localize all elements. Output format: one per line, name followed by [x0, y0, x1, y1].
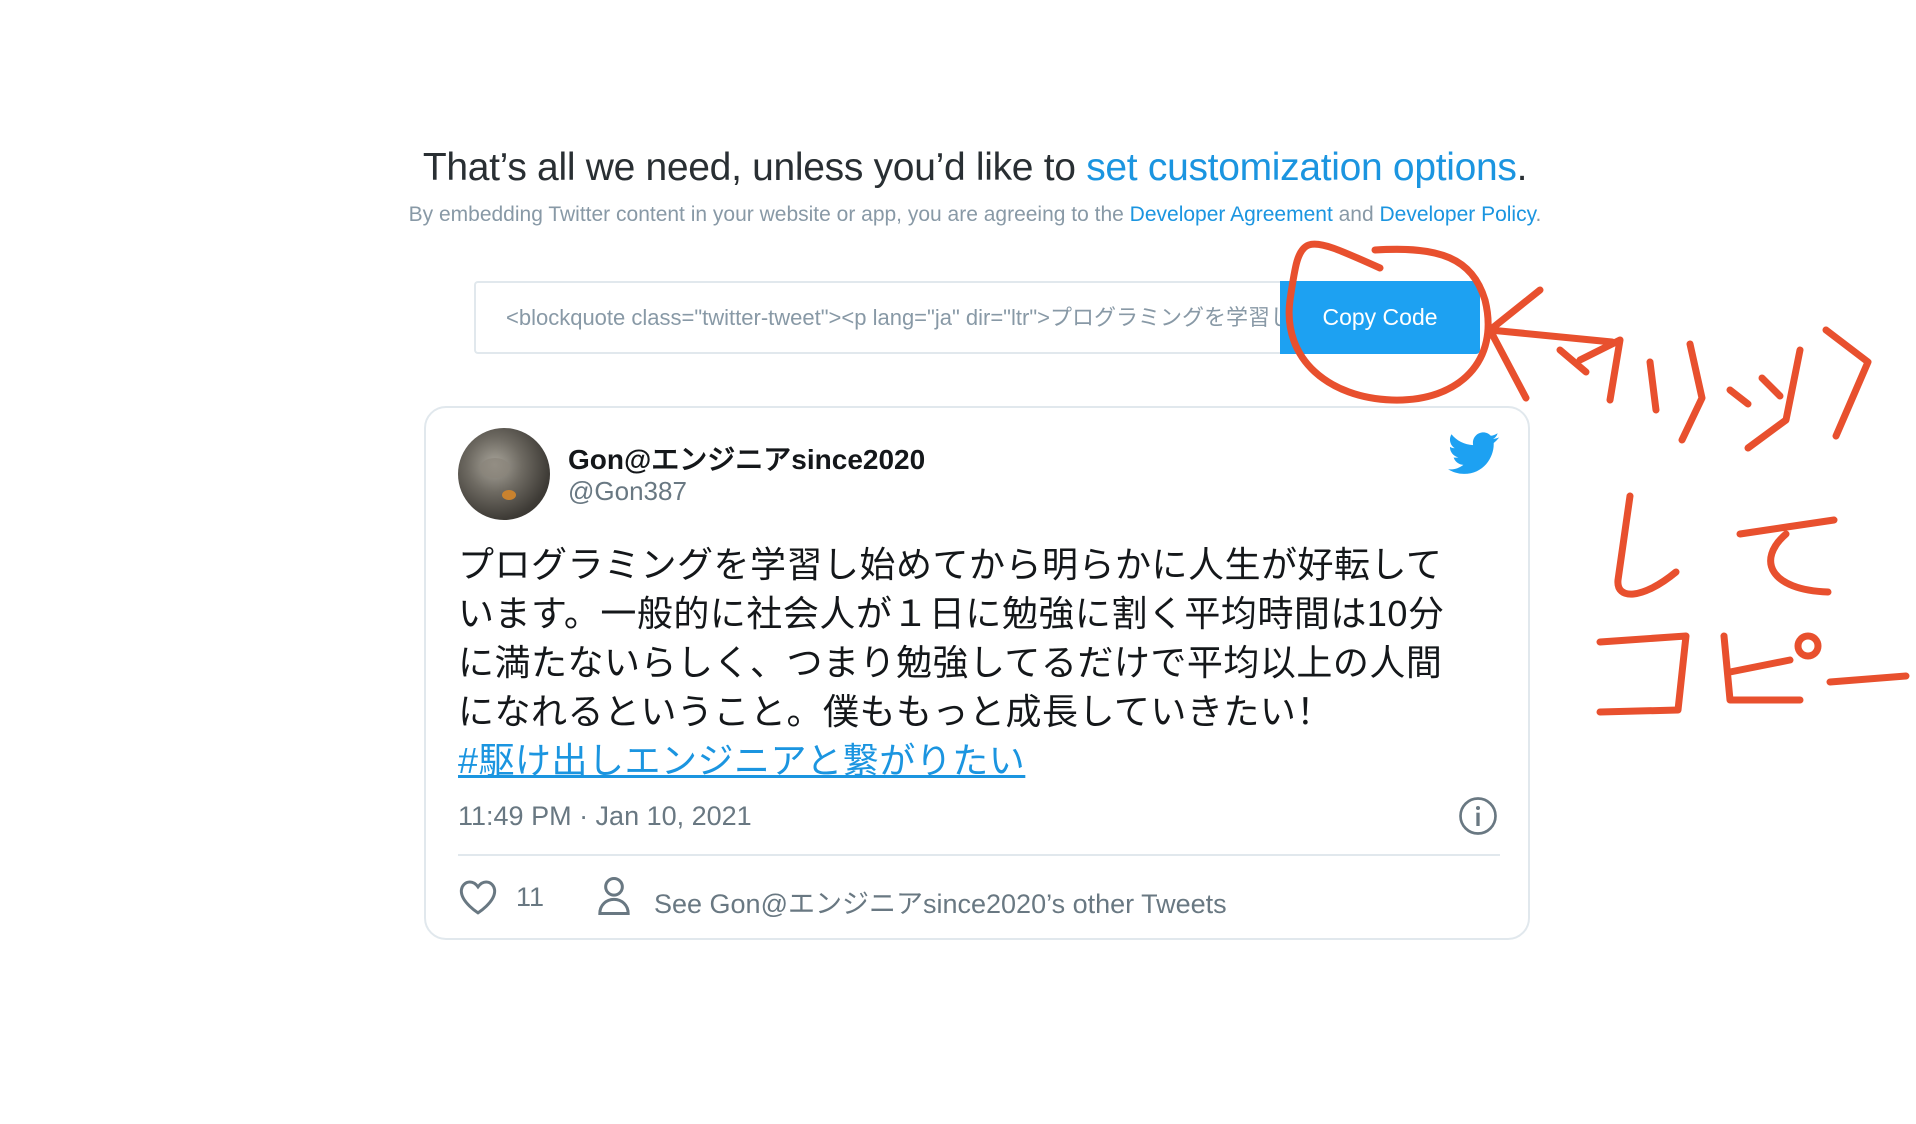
- display-name[interactable]: Gon@エンジニアsince2020: [568, 438, 925, 478]
- twitter-bird-icon[interactable]: [1448, 432, 1500, 476]
- customization-link[interactable]: set customization options: [1086, 146, 1517, 189]
- developer-agreement-link[interactable]: Developer Agreement: [1130, 203, 1333, 226]
- avatar-detail: [502, 490, 516, 500]
- user-handle[interactable]: @Gon387: [568, 476, 687, 507]
- avatar-shade: [480, 458, 510, 478]
- arrow-icon: [1486, 286, 1616, 402]
- tweet-line: になれるということ。僕ももっと成長していきたい！: [458, 691, 1333, 732]
- agreement-notice: By embedding Twitter content in your web…: [0, 203, 1916, 227]
- avatar[interactable]: [458, 428, 550, 520]
- agreement-period: .: [1535, 203, 1542, 226]
- tweet-timestamp[interactable]: 11:49 PM · Jan 10, 2021: [458, 801, 752, 832]
- headline-period: .: [1516, 146, 1528, 189]
- hashtag-link[interactable]: #駆け出しエンジニアと繋がりたい: [458, 736, 1508, 785]
- tweet-line: プログラミングを学習し始めてから明らかに人生が好転して: [458, 544, 1443, 585]
- copy-code-button[interactable]: Copy Code: [1280, 281, 1480, 354]
- divider: [458, 854, 1500, 856]
- like-count[interactable]: 11: [516, 882, 544, 913]
- heart-icon[interactable]: [458, 878, 498, 916]
- tweet-line: に満たないらしく、つまり勉強してるだけで平均以上の人間: [458, 642, 1443, 683]
- person-icon[interactable]: [596, 876, 632, 916]
- tweet-text: プログラミングを学習し始めてから明らかに人生が好転して います。一般的に社会人が…: [458, 540, 1508, 785]
- agreement-and: and: [1332, 203, 1380, 226]
- headline: That’s all we need, unless you’d like to…: [0, 146, 1916, 190]
- tweet-card[interactable]: Gon@エンジニアsince2020 @Gon387 プログラミングを学習し始め…: [424, 406, 1530, 940]
- embed-code-field[interactable]: <blockquote class="twitter-tweet"><p lan…: [474, 281, 1282, 354]
- tweet-line: います。一般的に社会人が１日に勉強に割く平均時間は10分: [458, 593, 1445, 634]
- developer-policy-link[interactable]: Developer Policy: [1380, 203, 1536, 226]
- info-icon[interactable]: [1458, 796, 1498, 836]
- agreement-text: By embedding Twitter content in your web…: [408, 203, 1130, 226]
- headline-text: That’s all we need, unless you’d like to: [422, 146, 1087, 189]
- see-other-tweets-link[interactable]: See Gon@エンジニアsince2020’s other Tweets: [654, 882, 1227, 921]
